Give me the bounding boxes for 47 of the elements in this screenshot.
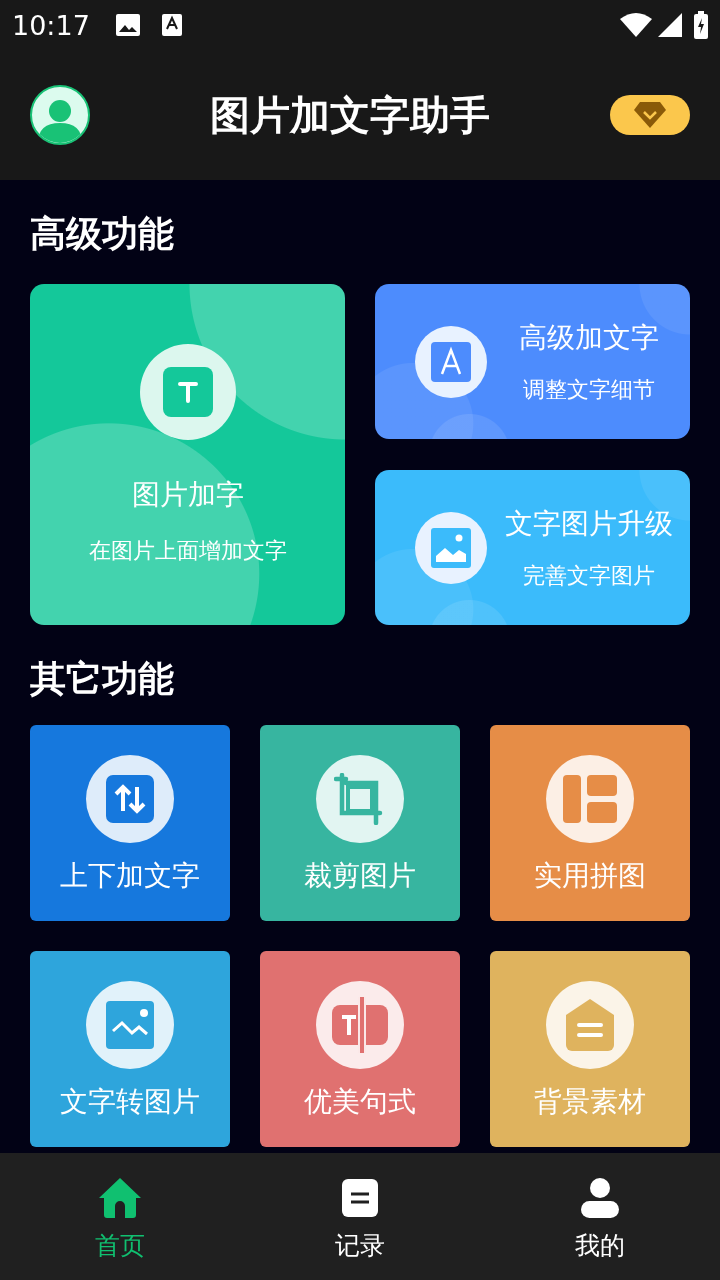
tool-tile[interactable]: 优美句式 xyxy=(260,951,460,1147)
letter-icon xyxy=(161,14,182,36)
tile-label: 优美句式 xyxy=(304,1084,416,1120)
signal-icon xyxy=(658,13,682,37)
battery-icon xyxy=(694,11,708,39)
feature-card[interactable]: 高级加文字 调整文字细节 xyxy=(375,284,690,439)
tool-tile[interactable]: 文字转图片 xyxy=(30,951,230,1147)
app-title: 图片加文字助手 xyxy=(209,90,491,140)
document-icon xyxy=(342,1179,378,1217)
nav-tab[interactable]: 首页 xyxy=(0,1153,240,1280)
card-subtitle: 完善文字图片 xyxy=(522,561,655,590)
tile-label: 背景素材 xyxy=(534,1084,646,1120)
layout-icon xyxy=(563,775,617,823)
text-cursor-icon xyxy=(332,995,388,1055)
letter-icon xyxy=(431,341,471,382)
nav-tab[interactable]: 我的 xyxy=(480,1153,720,1280)
home-icon xyxy=(99,1178,141,1218)
card-subtitle: 调整文字细节 xyxy=(522,375,655,404)
tool-tile[interactable]: 裁剪图片 xyxy=(260,725,460,921)
avatar[interactable] xyxy=(30,85,90,145)
feature-card[interactable]: 图片加字 在图片上面增加文字 xyxy=(30,284,345,625)
section-title: 高级功能 xyxy=(30,214,174,254)
label-icon xyxy=(566,999,614,1051)
tool-tile[interactable]: 上下加文字 xyxy=(30,725,230,921)
arrows-icon xyxy=(106,775,154,823)
card-title: 文字图片升级 xyxy=(504,505,673,542)
tile-label: 裁剪图片 xyxy=(304,858,416,894)
card-title: 高级加文字 xyxy=(518,319,659,356)
nav-tab[interactable]: 记录 xyxy=(240,1153,480,1280)
diamond-icon xyxy=(634,102,666,128)
wifi-icon xyxy=(620,13,652,37)
tile-label: 上下加文字 xyxy=(60,858,200,894)
tile-label: 文字转图片 xyxy=(60,1084,200,1120)
tool-tile[interactable]: 实用拼图 xyxy=(490,725,690,921)
vip-button[interactable] xyxy=(610,95,690,135)
person-icon xyxy=(581,1178,619,1218)
tool-tile[interactable]: 背景素材 xyxy=(490,951,690,1147)
image-icon xyxy=(115,14,140,36)
status-time: 10:17 xyxy=(12,9,90,41)
image-icon xyxy=(431,527,471,568)
image-icon xyxy=(106,1001,154,1049)
text-icon xyxy=(162,367,213,417)
card-subtitle: 在图片上面增加文字 xyxy=(88,537,287,565)
section-title: 其它功能 xyxy=(30,659,174,699)
card-title: 图片加字 xyxy=(131,477,244,513)
tile-label: 实用拼图 xyxy=(534,858,646,894)
feature-card[interactable]: 文字图片升级 完善文字图片 xyxy=(375,470,690,625)
